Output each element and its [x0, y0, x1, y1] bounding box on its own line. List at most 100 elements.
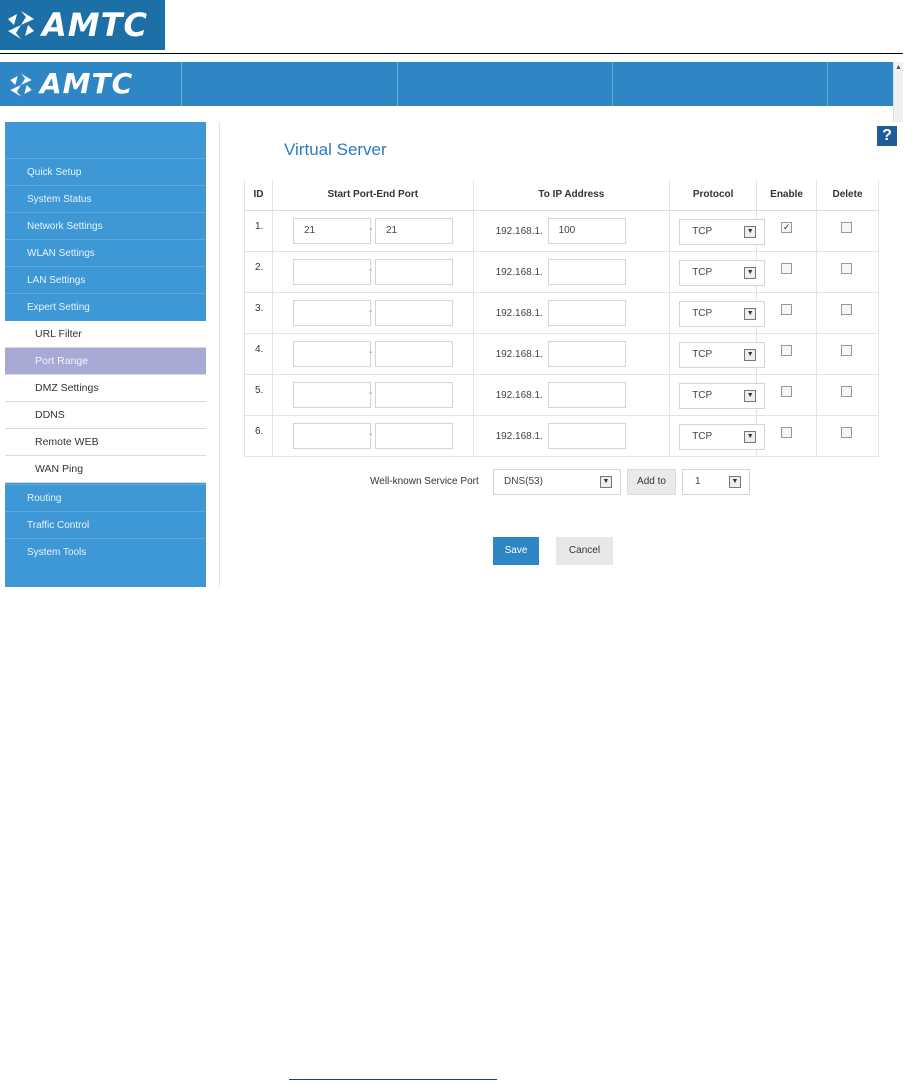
nav-separator — [827, 62, 828, 106]
protocol-cell: TCP ▼ — [669, 374, 766, 416]
table-row: 2. - 192.168.1. TCP ▼ — [244, 251, 879, 293]
protocol-select[interactable]: TCP ▼ — [679, 423, 766, 450]
end-port-input[interactable] — [374, 217, 453, 244]
port-dash: - — [368, 305, 373, 317]
end-port-input[interactable] — [374, 381, 453, 408]
virtual-server-table: ID Start Port-End Port To IP Address Pro… — [244, 180, 879, 457]
start-port-input[interactable] — [292, 340, 371, 367]
delete-checkbox[interactable] — [841, 385, 853, 397]
port-range-cell: - — [272, 251, 474, 293]
enable-checkbox[interactable] — [781, 426, 793, 438]
delete-checkbox[interactable] — [841, 426, 853, 438]
sidebar-item-quick-setup[interactable]: Quick Setup — [5, 158, 206, 185]
enable-cell: ✓ — [756, 210, 818, 252]
ip-cell: 192.168.1. — [473, 415, 671, 457]
sidebar-subitem-wan-ping[interactable]: WAN Ping — [5, 456, 206, 483]
port-dash: - — [368, 387, 373, 399]
sidebar-subitem-ddns[interactable]: DDNS — [5, 402, 206, 429]
service-port-select[interactable]: DNS(53) ▼ — [493, 469, 621, 495]
ip-host-input[interactable] — [547, 299, 626, 326]
sidebar-item-system-status[interactable]: System Status — [5, 185, 206, 212]
start-port-input[interactable] — [292, 217, 371, 244]
protocol-select[interactable]: TCP ▼ — [679, 259, 766, 286]
protocol-cell: TCP ▼ — [669, 210, 766, 252]
delete-cell — [816, 374, 879, 416]
delete-checkbox[interactable] — [841, 221, 853, 233]
start-port-input[interactable] — [292, 299, 371, 326]
delete-checkbox[interactable] — [841, 303, 853, 315]
nav-separator — [181, 62, 182, 106]
protocol-value: TCP — [692, 266, 713, 278]
protocol-select[interactable]: TCP ▼ — [679, 382, 766, 409]
delete-cell — [816, 292, 879, 334]
sidebar-subitem-dmz-settings[interactable]: DMZ Settings — [5, 375, 206, 402]
ip-prefix: 192.168.1. — [495, 307, 543, 319]
column-header-ip: To IP Address — [473, 180, 671, 211]
help-icon[interactable]: ? — [877, 126, 897, 146]
sidebar-subitem-port-range[interactable]: Port Range — [5, 348, 206, 375]
port-range-cell: - — [272, 210, 474, 252]
cancel-button[interactable]: Cancel — [556, 537, 613, 565]
enable-cell — [756, 415, 818, 457]
add-to-button[interactable]: Add to — [627, 469, 676, 495]
ip-host-input[interactable] — [547, 340, 626, 367]
ip-prefix: 192.168.1. — [495, 225, 543, 237]
protocol-value: TCP — [692, 389, 713, 401]
port-range-cell: - — [272, 292, 474, 334]
enable-checkbox[interactable] — [781, 385, 793, 397]
row-id: 2. — [244, 251, 273, 293]
ip-host-input[interactable] — [547, 217, 626, 244]
start-port-input[interactable] — [292, 258, 371, 285]
protocol-select[interactable]: TCP ▼ — [679, 218, 766, 245]
sidebar-item-wlan-settings[interactable]: WLAN Settings — [5, 239, 206, 266]
protocol-value: TCP — [692, 307, 713, 319]
sidebar-subitem-url-filter[interactable]: URL Filter — [5, 321, 206, 348]
enable-checkbox[interactable] — [781, 344, 793, 356]
sidebar-item-network-settings[interactable]: Network Settings — [5, 212, 206, 239]
table-row: 6. - 192.168.1. TCP ▼ — [244, 415, 879, 457]
protocol-cell: TCP ▼ — [669, 251, 766, 293]
row-id: 4. — [244, 333, 273, 375]
protocol-select[interactable]: TCP ▼ — [679, 341, 766, 368]
document-logo: AMTC — [0, 0, 165, 50]
protocol-cell: TCP ▼ — [669, 415, 766, 457]
enable-cell — [756, 374, 818, 416]
sidebar-subitem-remote-web[interactable]: Remote WEB — [5, 429, 206, 456]
ip-host-input[interactable] — [547, 258, 626, 285]
row-id-text: 2. — [255, 261, 264, 273]
dropdown-arrow-icon: ▼ — [744, 307, 757, 320]
ip-host-input[interactable] — [547, 422, 626, 449]
port-range-cell: - — [272, 415, 474, 457]
add-target-value: 1 — [695, 476, 701, 487]
enable-checkbox[interactable] — [781, 303, 793, 315]
sidebar-item-traffic-control[interactable]: Traffic Control — [5, 511, 206, 538]
sidebar-item-lan-settings[interactable]: LAN Settings — [5, 266, 206, 293]
delete-checkbox[interactable] — [841, 262, 853, 274]
end-port-input[interactable] — [374, 299, 453, 326]
header-rule — [0, 53, 903, 54]
end-port-input[interactable] — [374, 258, 453, 285]
add-target-select[interactable]: 1 ▼ — [682, 469, 750, 495]
router-screenshot: AMTC ▲ Quick Setup System Status Network… — [0, 62, 903, 587]
protocol-select[interactable]: TCP ▼ — [679, 300, 766, 327]
enable-cell — [756, 333, 818, 375]
port-range-cell: - — [272, 374, 474, 416]
scroll-up-arrow-icon[interactable]: ▲ — [895, 64, 902, 71]
column-header-protocol: Protocol — [669, 180, 758, 211]
enable-checkbox[interactable] — [781, 262, 793, 274]
ip-host-input[interactable] — [547, 381, 626, 408]
sidebar-item-system-tools[interactable]: System Tools — [5, 538, 206, 565]
start-port-input[interactable] — [292, 422, 371, 449]
sidebar-item-expert-setting[interactable]: Expert Setting — [5, 293, 206, 320]
footer-link-underline — [289, 1079, 497, 1080]
row-id: 6. — [244, 415, 273, 457]
table-row: 3. - 192.168.1. TCP ▼ — [244, 292, 879, 334]
enable-checkbox[interactable]: ✓ — [781, 221, 793, 233]
end-port-input[interactable] — [374, 422, 453, 449]
start-port-input[interactable] — [292, 381, 371, 408]
delete-checkbox[interactable] — [841, 344, 853, 356]
protocol-value: TCP — [692, 348, 713, 360]
save-button[interactable]: Save — [493, 537, 539, 565]
end-port-input[interactable] — [374, 340, 453, 367]
sidebar-item-routing[interactable]: Routing — [5, 484, 206, 511]
